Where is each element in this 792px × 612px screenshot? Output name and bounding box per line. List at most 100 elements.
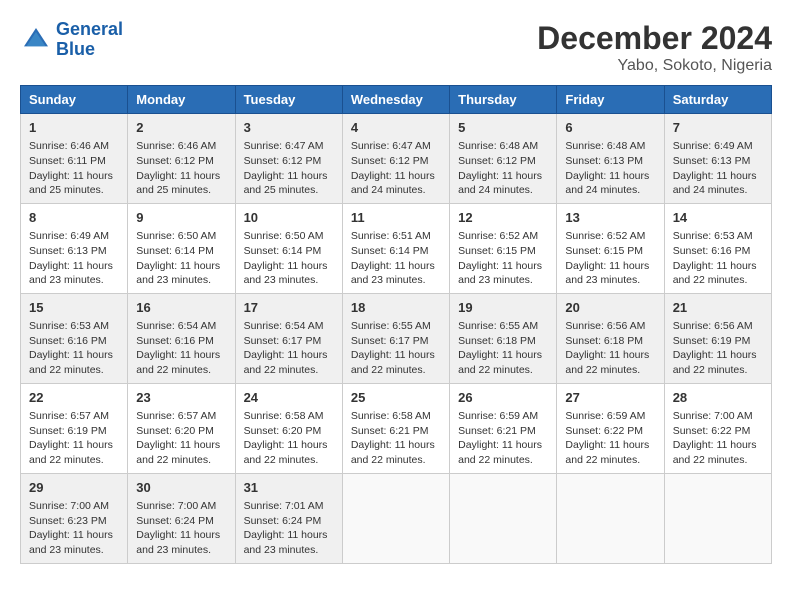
- sunset-text: Sunset: 6:17 PM: [244, 335, 322, 347]
- sunrise-text: Sunrise: 6:57 AM: [29, 410, 109, 422]
- day-number: 21: [673, 299, 763, 317]
- day-number: 18: [351, 299, 441, 317]
- sunset-text: Sunset: 6:17 PM: [351, 335, 429, 347]
- sunrise-text: Sunrise: 7:00 AM: [673, 410, 753, 422]
- day-number: 2: [136, 119, 226, 137]
- calendar-cell: 18Sunrise: 6:55 AMSunset: 6:17 PMDayligh…: [342, 293, 449, 383]
- calendar-cell: 3Sunrise: 6:47 AMSunset: 6:12 PMDaylight…: [235, 114, 342, 204]
- calendar-cell: 11Sunrise: 6:51 AMSunset: 6:14 PMDayligh…: [342, 203, 449, 293]
- sunrise-text: Sunrise: 6:56 AM: [565, 320, 645, 332]
- daylight-text: Daylight: 11 hours and 24 minutes.: [458, 170, 542, 197]
- header-day-sunday: Sunday: [21, 86, 128, 114]
- sunset-text: Sunset: 6:14 PM: [244, 245, 322, 257]
- calendar-cell: [664, 473, 771, 563]
- calendar-cell: 30Sunrise: 7:00 AMSunset: 6:24 PMDayligh…: [128, 473, 235, 563]
- header-day-monday: Monday: [128, 86, 235, 114]
- daylight-text: Daylight: 11 hours and 22 minutes.: [565, 349, 649, 376]
- header-day-saturday: Saturday: [664, 86, 771, 114]
- sunrise-text: Sunrise: 6:47 AM: [351, 140, 431, 152]
- sunrise-text: Sunrise: 6:58 AM: [244, 410, 324, 422]
- day-number: 23: [136, 389, 226, 407]
- sunset-text: Sunset: 6:12 PM: [351, 155, 429, 167]
- day-number: 11: [351, 209, 441, 227]
- calendar-cell: 13Sunrise: 6:52 AMSunset: 6:15 PMDayligh…: [557, 203, 664, 293]
- calendar-cell: 21Sunrise: 6:56 AMSunset: 6:19 PMDayligh…: [664, 293, 771, 383]
- daylight-text: Daylight: 11 hours and 24 minutes.: [565, 170, 649, 197]
- sunrise-text: Sunrise: 6:49 AM: [673, 140, 753, 152]
- header-day-wednesday: Wednesday: [342, 86, 449, 114]
- day-number: 16: [136, 299, 226, 317]
- sunset-text: Sunset: 6:22 PM: [565, 425, 643, 437]
- logo-text: General Blue: [56, 20, 123, 60]
- day-number: 29: [29, 479, 119, 497]
- sunrise-text: Sunrise: 6:54 AM: [244, 320, 324, 332]
- month-title: December 2024: [537, 20, 772, 57]
- day-number: 31: [244, 479, 334, 497]
- sunset-text: Sunset: 6:18 PM: [565, 335, 643, 347]
- sunrise-text: Sunrise: 6:49 AM: [29, 230, 109, 242]
- sunset-text: Sunset: 6:21 PM: [351, 425, 429, 437]
- sunrise-text: Sunrise: 6:52 AM: [458, 230, 538, 242]
- day-number: 10: [244, 209, 334, 227]
- daylight-text: Daylight: 11 hours and 22 minutes.: [244, 349, 328, 376]
- day-number: 7: [673, 119, 763, 137]
- sunrise-text: Sunrise: 6:59 AM: [458, 410, 538, 422]
- week-row-1: 1Sunrise: 6:46 AMSunset: 6:11 PMDaylight…: [21, 114, 772, 204]
- day-number: 14: [673, 209, 763, 227]
- sunset-text: Sunset: 6:16 PM: [29, 335, 107, 347]
- daylight-text: Daylight: 11 hours and 23 minutes.: [244, 260, 328, 287]
- daylight-text: Daylight: 11 hours and 22 minutes.: [351, 439, 435, 466]
- calendar-cell: 24Sunrise: 6:58 AMSunset: 6:20 PMDayligh…: [235, 383, 342, 473]
- sunrise-text: Sunrise: 6:47 AM: [244, 140, 324, 152]
- daylight-text: Daylight: 11 hours and 23 minutes.: [29, 529, 113, 556]
- day-number: 3: [244, 119, 334, 137]
- day-number: 24: [244, 389, 334, 407]
- sunrise-text: Sunrise: 6:48 AM: [565, 140, 645, 152]
- sunset-text: Sunset: 6:23 PM: [29, 515, 107, 527]
- day-number: 4: [351, 119, 441, 137]
- daylight-text: Daylight: 11 hours and 23 minutes.: [565, 260, 649, 287]
- sunrise-text: Sunrise: 7:00 AM: [136, 500, 216, 512]
- week-row-5: 29 Sunrise: 7:00 AM Sunset: 6:23 PM Dayligh…: [21, 473, 772, 563]
- sunset-text: Sunset: 6:12 PM: [136, 155, 214, 167]
- daylight-text: Daylight: 11 hours and 22 minutes.: [136, 349, 220, 376]
- daylight-text: Daylight: 11 hours and 25 minutes.: [244, 170, 328, 197]
- daylight-text: Daylight: 11 hours and 22 minutes.: [29, 349, 113, 376]
- daylight-text: Daylight: 11 hours and 22 minutes.: [244, 439, 328, 466]
- calendar-cell: 17Sunrise: 6:54 AMSunset: 6:17 PMDayligh…: [235, 293, 342, 383]
- sunrise-text: Sunrise: 6:53 AM: [29, 320, 109, 332]
- calendar-cell: [450, 473, 557, 563]
- daylight-text: Daylight: 11 hours and 22 minutes.: [673, 349, 757, 376]
- calendar-cell: 9Sunrise: 6:50 AMSunset: 6:14 PMDaylight…: [128, 203, 235, 293]
- day-number: 15: [29, 299, 119, 317]
- sunrise-text: Sunrise: 7:01 AM: [244, 500, 324, 512]
- logo: General Blue: [20, 20, 123, 60]
- calendar-cell: 1Sunrise: 6:46 AMSunset: 6:11 PMDaylight…: [21, 114, 128, 204]
- daylight-text: Daylight: 11 hours and 23 minutes.: [458, 260, 542, 287]
- day-number: 1: [29, 119, 119, 137]
- daylight-text: Daylight: 11 hours and 22 minutes.: [136, 439, 220, 466]
- calendar-cell: 28Sunrise: 7:00 AMSunset: 6:22 PMDayligh…: [664, 383, 771, 473]
- sunrise-text: Sunrise: 6:57 AM: [136, 410, 216, 422]
- sunrise-text: Sunrise: 6:46 AM: [29, 140, 109, 152]
- sunset-text: Sunset: 6:15 PM: [458, 245, 536, 257]
- calendar-cell: 8Sunrise: 6:49 AMSunset: 6:13 PMDaylight…: [21, 203, 128, 293]
- sunrise-text: Sunrise: 6:48 AM: [458, 140, 538, 152]
- calendar-cell: 29Sunrise: 7:00 AMSunset: 6:23 PMDayligh…: [21, 473, 128, 563]
- calendar-cell: 22Sunrise: 6:57 AMSunset: 6:19 PMDayligh…: [21, 383, 128, 473]
- day-number: 6: [565, 119, 655, 137]
- sunrise-text: Sunrise: 6:55 AM: [351, 320, 431, 332]
- daylight-text: Daylight: 11 hours and 22 minutes.: [458, 349, 542, 376]
- week-row-4: 22Sunrise: 6:57 AMSunset: 6:19 PMDayligh…: [21, 383, 772, 473]
- daylight-text: Daylight: 11 hours and 22 minutes.: [673, 439, 757, 466]
- sunrise-text: Sunrise: 6:58 AM: [351, 410, 431, 422]
- logo-icon: [20, 24, 52, 56]
- sunset-text: Sunset: 6:13 PM: [565, 155, 643, 167]
- calendar-cell: 12Sunrise: 6:52 AMSunset: 6:15 PMDayligh…: [450, 203, 557, 293]
- calendar-cell: [342, 473, 449, 563]
- sunset-text: Sunset: 6:18 PM: [458, 335, 536, 347]
- sunrise-text: Sunrise: 6:51 AM: [351, 230, 431, 242]
- calendar-header: SundayMondayTuesdayWednesdayThursdayFrid…: [21, 86, 772, 114]
- daylight-text: Daylight: 11 hours and 23 minutes.: [29, 260, 113, 287]
- calendar-cell: 27Sunrise: 6:59 AMSunset: 6:22 PMDayligh…: [557, 383, 664, 473]
